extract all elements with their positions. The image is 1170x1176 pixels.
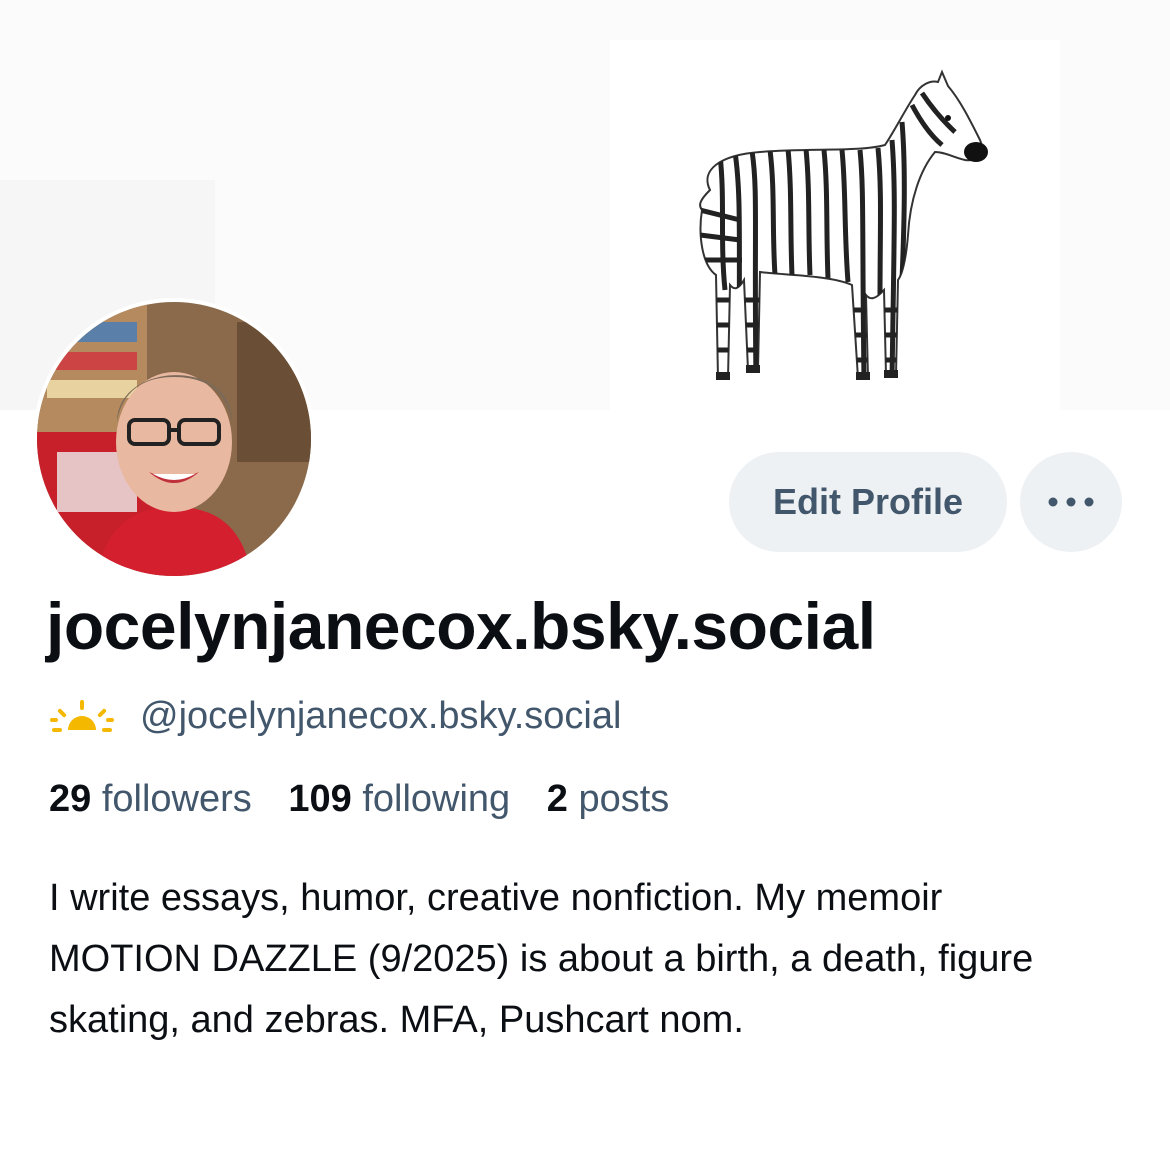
sun-icon bbox=[50, 700, 114, 732]
following-count: 109 bbox=[288, 778, 352, 820]
following-link[interactable]: 109 following bbox=[288, 778, 510, 820]
posts-label: posts bbox=[578, 778, 670, 820]
posts-count: 2 bbox=[546, 778, 568, 820]
posts-count-item: 2 posts bbox=[547, 778, 670, 820]
avatar[interactable] bbox=[33, 298, 315, 580]
more-options-button[interactable] bbox=[1020, 452, 1122, 552]
handle: @jocelynjanecox.bsky.social bbox=[140, 694, 622, 737]
ellipsis-icon bbox=[1048, 497, 1094, 507]
followers-link[interactable]: 29 followers bbox=[49, 778, 252, 820]
zebra-illustration bbox=[699, 69, 988, 380]
followers-count: 29 bbox=[49, 778, 92, 820]
edit-profile-button[interactable]: Edit Profile bbox=[729, 452, 1007, 552]
followers-label: followers bbox=[101, 778, 252, 820]
following-label: following bbox=[362, 778, 511, 820]
handle-row: @jocelynjanecox.bsky.social bbox=[50, 690, 621, 742]
profile-bio: I write essays, humor, creative nonficti… bbox=[49, 877, 1034, 1041]
display-name: jocelynjanecox.bsky.social bbox=[46, 589, 876, 663]
profile-stats: 29 followers 109 following 2 posts bbox=[49, 778, 695, 821]
profile-photo bbox=[37, 302, 311, 576]
